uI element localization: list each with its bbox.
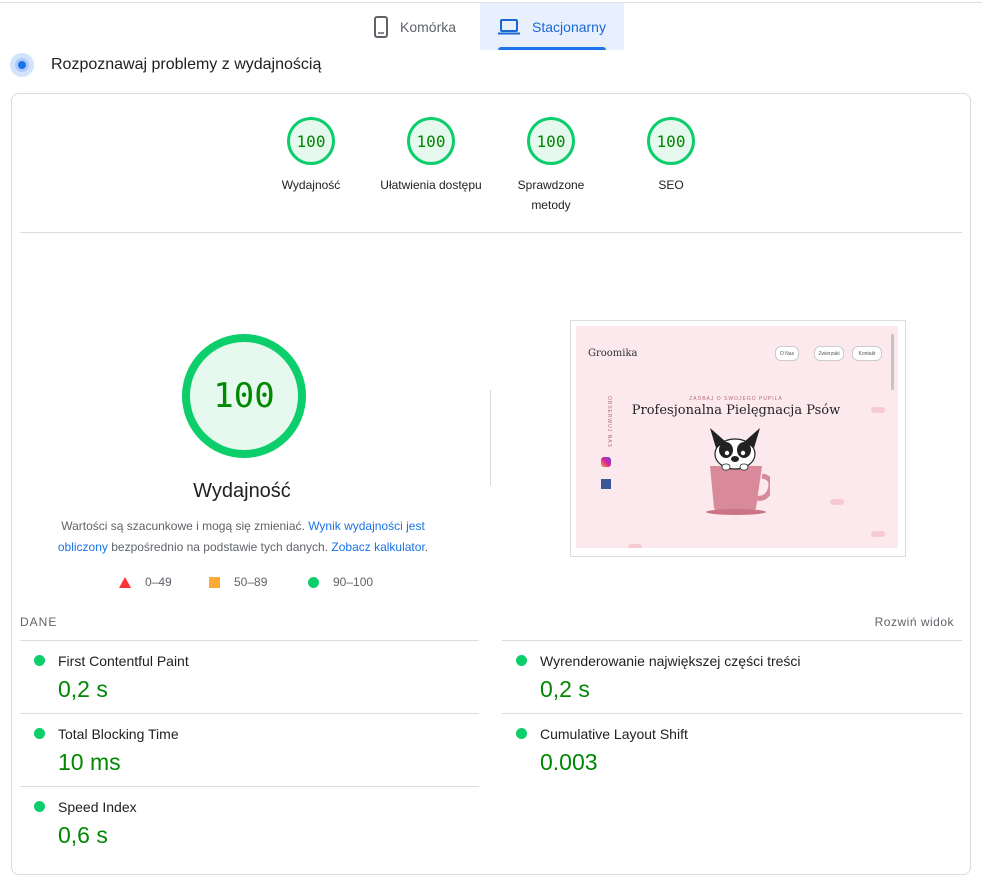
screenshot-logo: Groomika — [588, 348, 638, 359]
screenshot-side-label: OBSERWUJ NAS — [606, 396, 612, 448]
performance-score-gauge: 100 — [182, 334, 306, 458]
gauge-seo-label: SEO — [658, 178, 684, 192]
gauge-best-practices-label: Sprawdzone metody — [517, 178, 585, 212]
bone-decoration — [830, 499, 844, 505]
dog-in-cup-illustration — [706, 428, 770, 515]
legend-pass-label: 90–100 — [333, 575, 374, 589]
triangle-icon — [119, 576, 131, 588]
metric-value: 0,2 s — [58, 676, 108, 702]
tab-active-indicator — [498, 47, 606, 50]
metric-value: 0.003 — [540, 749, 598, 775]
pass-indicator-icon — [516, 655, 527, 666]
gauge-performance-score: 100 — [287, 117, 335, 165]
performance-disclaimer: Wartości są szacunkowe i mogą się zmieni… — [50, 516, 436, 558]
circle-icon — [308, 576, 319, 588]
laptop-icon — [498, 18, 521, 35]
metric-name: Wyrenderowanie największej części treści — [540, 653, 801, 669]
pass-indicator-icon — [34, 655, 45, 666]
tab-desktop-label: Stacjonarny — [532, 18, 606, 35]
legend-average-label: 50–89 — [234, 575, 268, 589]
metrics-section-label: DANE — [20, 615, 58, 629]
vertical-divider — [490, 390, 491, 486]
gauge-accessibility-label: Ułatwienia dostępu — [380, 178, 482, 192]
legend-pass: 90–100 — [308, 575, 373, 589]
metric-name: Total Blocking Time — [58, 726, 179, 742]
facebook-icon — [601, 479, 611, 489]
legend-fail-label: 0–49 — [145, 575, 172, 589]
screenshot-kicker: ZADBAJ O SWOJEGO PUPILA — [689, 396, 783, 402]
gauge-accessibility-score: 100 — [407, 117, 455, 165]
disclaimer-text-end: . — [424, 540, 429, 554]
screenshot-scrollbar — [891, 334, 894, 390]
gauge-seo[interactable]: 100 SEO — [611, 117, 731, 195]
gauge-best-practices[interactable]: 100 Sprawdzone metody — [491, 117, 611, 215]
gauge-best-practices-score: 100 — [527, 117, 575, 165]
section-title: Rozpoznawaj problemy z wydajnością — [51, 56, 322, 73]
disclaimer-text-mid: bezpośrednio na podstawie tych danych. — [107, 540, 332, 554]
screenshot-nav-item: Kontakt — [852, 346, 882, 361]
divider — [20, 232, 962, 233]
bone-decoration — [871, 407, 885, 413]
expand-view-button[interactable]: Rozwiń widok — [875, 615, 954, 629]
bone-decoration — [628, 544, 642, 548]
tab-desktop[interactable]: Stacjonarny — [480, 3, 624, 50]
smartphone-icon — [374, 15, 388, 38]
screenshot-heading: Profesjonalna Pielęgnacja Psów — [631, 403, 841, 418]
calculator-link[interactable]: Zobacz kalkulator — [331, 540, 424, 554]
tab-mobile[interactable]: Komórka — [374, 3, 456, 50]
gauge-performance[interactable]: 100 Wydajność — [251, 117, 371, 195]
gauge-accessibility[interactable]: 100 Ułatwienia dostępu — [371, 117, 491, 195]
metric-name: Cumulative Layout Shift — [540, 726, 688, 742]
gauge-performance-label: Wydajność — [281, 178, 341, 192]
screenshot-nav-item: Zwierzaki — [814, 346, 844, 361]
screenshot-nav-item: O Nas — [775, 346, 799, 361]
metric-total-blocking-time: Total Blocking Time 10 ms — [18, 714, 458, 786]
legend-fail: 0–49 — [119, 575, 172, 589]
tab-mobile-label: Komórka — [400, 18, 457, 35]
metric-cumulative-layout-shift: Cumulative Layout Shift 0.003 — [500, 714, 940, 786]
performance-title: Wydajność — [193, 480, 291, 502]
metric-first-contentful-paint: First Contentful Paint 0,2 s — [18, 641, 458, 713]
screenshot-page: Groomika O Nas Zwierzaki Kontakt ZADBAJ … — [576, 326, 898, 548]
metric-largest-contentful-paint: Wyrenderowanie największej części treści… — [500, 641, 940, 713]
pass-indicator-icon — [516, 728, 527, 739]
legend-average: 50–89 — [209, 575, 267, 589]
metric-speed-index: Speed Index 0,6 s — [18, 787, 458, 859]
metric-value: 0,2 s — [540, 676, 590, 702]
diagnose-icon — [10, 53, 34, 77]
final-screenshot[interactable]: Groomika O Nas Zwierzaki Kontakt ZADBAJ … — [570, 320, 906, 557]
instagram-icon — [601, 457, 611, 467]
metric-value: 0,6 s — [58, 822, 108, 848]
square-icon — [209, 576, 220, 588]
disclaimer-text: Wartości są szacunkowe i mogą się zmieni… — [61, 519, 309, 533]
pass-indicator-icon — [34, 801, 45, 812]
metric-name: Speed Index — [58, 799, 137, 815]
metric-value: 10 ms — [58, 749, 121, 775]
metric-name: First Contentful Paint — [58, 653, 189, 669]
gauge-seo-score: 100 — [647, 117, 695, 165]
pass-indicator-icon — [34, 728, 45, 739]
bone-decoration — [871, 531, 885, 537]
